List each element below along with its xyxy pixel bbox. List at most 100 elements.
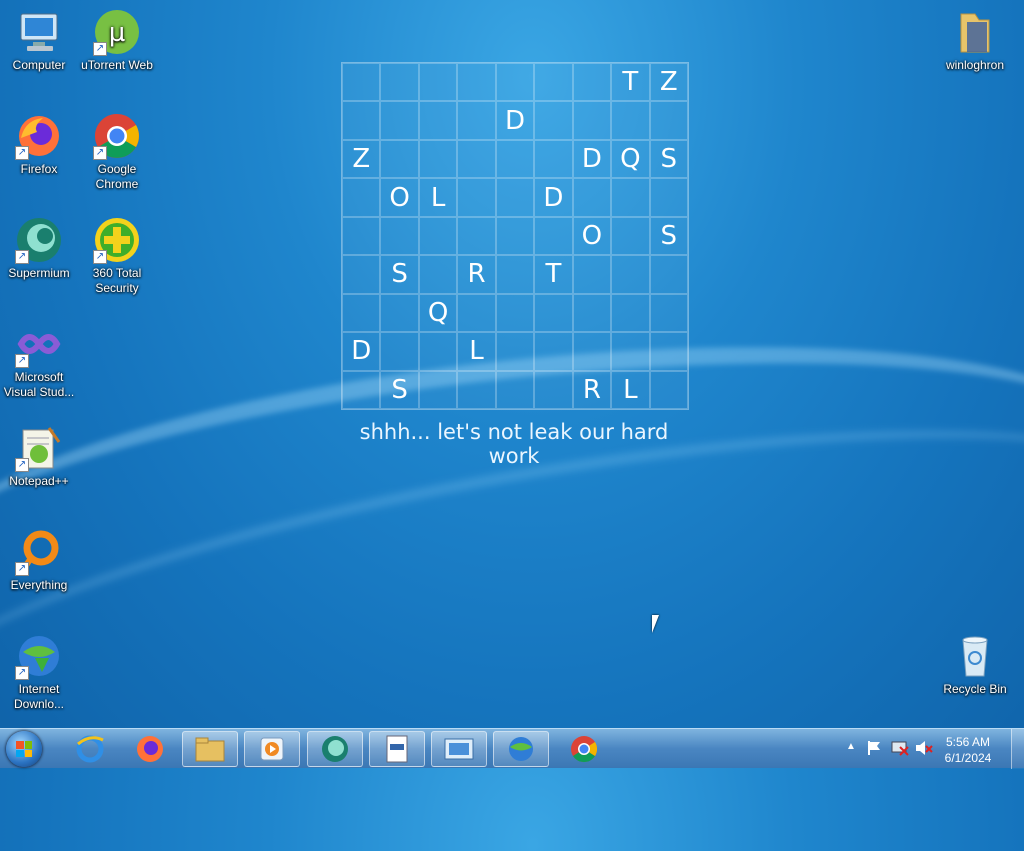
grid-cell [649,255,688,294]
grid-cell: S [649,139,688,179]
grid-cell [457,178,496,217]
supermium-icon: ↗ [15,216,63,264]
desktop-icon-label: Supermium [8,266,70,280]
grid-cell [495,255,535,294]
grid-cell [380,332,419,371]
clock-time: 5:56 AM [945,735,991,749]
taskbar-file-explorer[interactable] [182,731,238,767]
grid-cell [534,139,573,179]
taskbar-internet-explorer[interactable] [62,731,118,767]
taskbar-photo-viewer[interactable] [431,731,487,767]
grid-cell [418,332,458,371]
widget-caption: shhh... let's not leak our hard work [359,420,669,468]
desktop-icon-label: uTorrent Web [81,58,153,72]
grid-cell [534,216,573,256]
grid-cell [342,255,381,294]
notepad-icon [386,735,408,763]
desktop-icon-label: winloghron [945,58,1005,72]
desktop-icon-label: Everything [10,578,68,592]
network-disconnected-icon[interactable] [890,739,910,762]
letter-grid-widget: TZDZDQSOLDOSSRTQDLSRL [341,62,689,410]
grid-cell: D [495,101,535,140]
desktop-icon-label: 360 Total Security [92,266,142,295]
taskbar: ▲ 5:56 AM 6/1/2024 [0,728,1024,769]
desktop-icon-recycle-bin[interactable]: Recycle Bin [938,632,1012,697]
windows-logo-icon [16,741,32,757]
taskbar-google-chrome[interactable] [556,731,612,767]
media-player-icon [260,737,284,761]
desktop-icon-360-total-security[interactable]: ↗ 360 Total Security [80,216,154,296]
grid-cell [495,216,535,256]
grid-cell [611,101,650,140]
grid-cell [342,370,381,409]
grid-cell [457,101,496,140]
desktop-icon-utorrent-web[interactable]: µ ↗ uTorrent Web [80,8,154,73]
grid-cell [418,216,458,256]
show-desktop-button[interactable] [1011,729,1024,769]
start-button[interactable] [6,731,42,767]
grid-cell [572,178,612,217]
grid-cell [380,139,419,179]
internet-download-manager-icon: ↗ [15,632,63,680]
visual-studio-icon: ↗ [15,320,63,368]
desktop-icon-computer[interactable]: Computer [2,8,76,73]
system-clock[interactable]: 5:56 AM 6/1/2024 [928,734,1008,766]
winloghron-folder-icon [951,8,999,56]
google-chrome-icon [571,736,598,763]
desktop-icon-label: Firefox [20,162,58,176]
grid-cell: L [457,332,496,371]
grid-cell [611,293,650,333]
taskbar-internet-download-manager[interactable] [493,731,549,767]
desktop-icon-supermium[interactable]: ↗ Supermium [2,216,76,281]
desktop-icon-visual-studio[interactable]: ↗ Microsoft Visual Stud... [2,320,76,400]
desktop-icon-everything[interactable]: ↗ Everything [2,528,76,593]
grid-cell [649,293,688,333]
grid-cell: L [611,370,650,409]
grid-cell [649,178,688,217]
internet-download-manager-icon [509,737,533,761]
taskbar-media-player[interactable] [244,731,300,767]
grid-cell [649,370,688,409]
grid-cell [342,63,381,102]
grid-cell [534,293,573,333]
show-hidden-icons-button[interactable]: ▲ [846,741,856,752]
file-explorer-icon [195,737,225,762]
grid-cell [418,101,458,140]
taskbar-firefox[interactable] [122,731,178,767]
shortcut-arrow-icon: ↗ [15,562,29,576]
grid-cell [495,139,535,179]
desktop-icon-winloghron-folder[interactable]: winloghron [938,8,1012,73]
grid-cell [380,293,419,333]
desktop-icon-notepad-plus-plus[interactable]: ↗ Notepad++ [2,424,76,489]
grid-cell [649,101,688,140]
grid-cell: T [611,63,650,102]
desktop-icon-internet-download-manager[interactable]: ↗ Internet Downlo... [2,632,76,712]
firefox-icon [137,736,163,762]
grid-cell: L [418,178,458,217]
internet-explorer-icon [76,735,104,763]
shortcut-arrow-icon: ↗ [15,146,29,160]
grid-cell: Q [418,293,458,333]
grid-cell [495,370,535,409]
desktop-icon-label: Internet Downlo... [13,682,65,711]
grid-cell [572,63,612,102]
grid-cell [342,216,381,256]
action-center-flag-icon[interactable] [866,739,882,762]
taskbar-notepad[interactable] [369,731,425,767]
grid-cell [572,293,612,333]
taskbar-supermium[interactable] [307,731,363,767]
desktop-icon-google-chrome[interactable]: ↗ Google Chrome [80,112,154,192]
grid-cell [495,332,535,371]
google-chrome-icon: ↗ [93,112,141,160]
grid-cell [418,63,458,102]
desktop-icon-label: Microsoft Visual Stud... [3,370,75,399]
grid-cell [534,370,573,409]
svg-text:µ: µ [109,18,126,48]
grid-cell: Z [649,63,688,102]
desktop-icon-firefox[interactable]: ↗ Firefox [2,112,76,177]
grid-cell [649,332,688,371]
desktop-icon-label: Computer [12,58,66,72]
grid-cell [495,63,535,102]
utorrent-web-icon: µ ↗ [93,8,141,56]
grid-cell: Z [342,139,381,179]
